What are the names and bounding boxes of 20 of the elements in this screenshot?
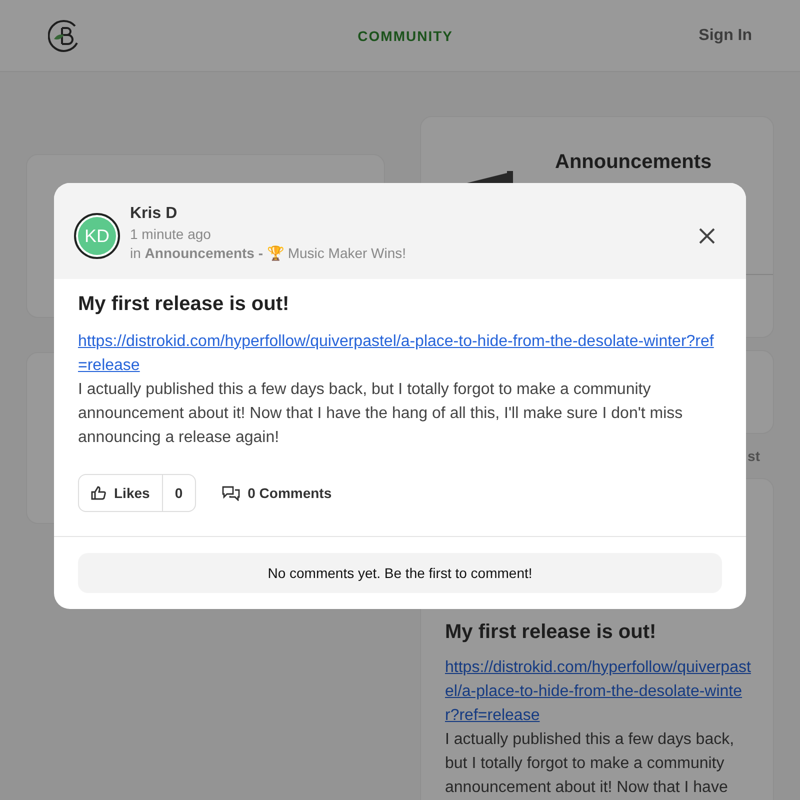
like-count: 0 [174, 484, 184, 503]
thumbs-up-icon [91, 486, 106, 500]
like-button[interactable]: Likes [79, 475, 163, 511]
category-title: Announcements [555, 151, 712, 174]
post-link[interactable]: https://distrokid.com/hyperfollow/quiverpastel/a-place-to-hide-from-the-desolate-winter?ref=release [78, 330, 722, 378]
speech-bubbles-icon [222, 486, 240, 500]
post-text: I actually published this a few days back, but I totally forgot to make a community announcement about it! Now that I have [445, 730, 736, 798]
post-title: My first release is out! [445, 621, 658, 644]
post-title: My first release is out! [78, 293, 290, 316]
sign-in-link[interactable]: Sign In [698, 26, 752, 44]
post-time: 1 minute ago [130, 226, 212, 242]
comments-button[interactable]: 0 Comments [216, 484, 338, 502]
post-link[interactable]: https://distrokid.com/hyperfollow/quiverpastel/a-place-to-hide-from-the-desolate-winter?ref=release [445, 656, 751, 728]
post-text: I actually published this a few days back, but I totally forgot to make a community announcement about it! Now that I have the hang of all this, I'll make sure I don't miss announcing a release again! [78, 380, 684, 448]
post-category: in Announcements - 🏆 Music Maker Wins! [130, 245, 408, 261]
community-link[interactable]: COMMUNITY [358, 28, 453, 44]
empty-comments-message: No comments yet. Be the first to comment! [78, 553, 722, 593]
avatar: KD [74, 213, 120, 259]
author-name: Kris D [130, 205, 178, 223]
tab-label[interactable]: st [748, 448, 760, 464]
